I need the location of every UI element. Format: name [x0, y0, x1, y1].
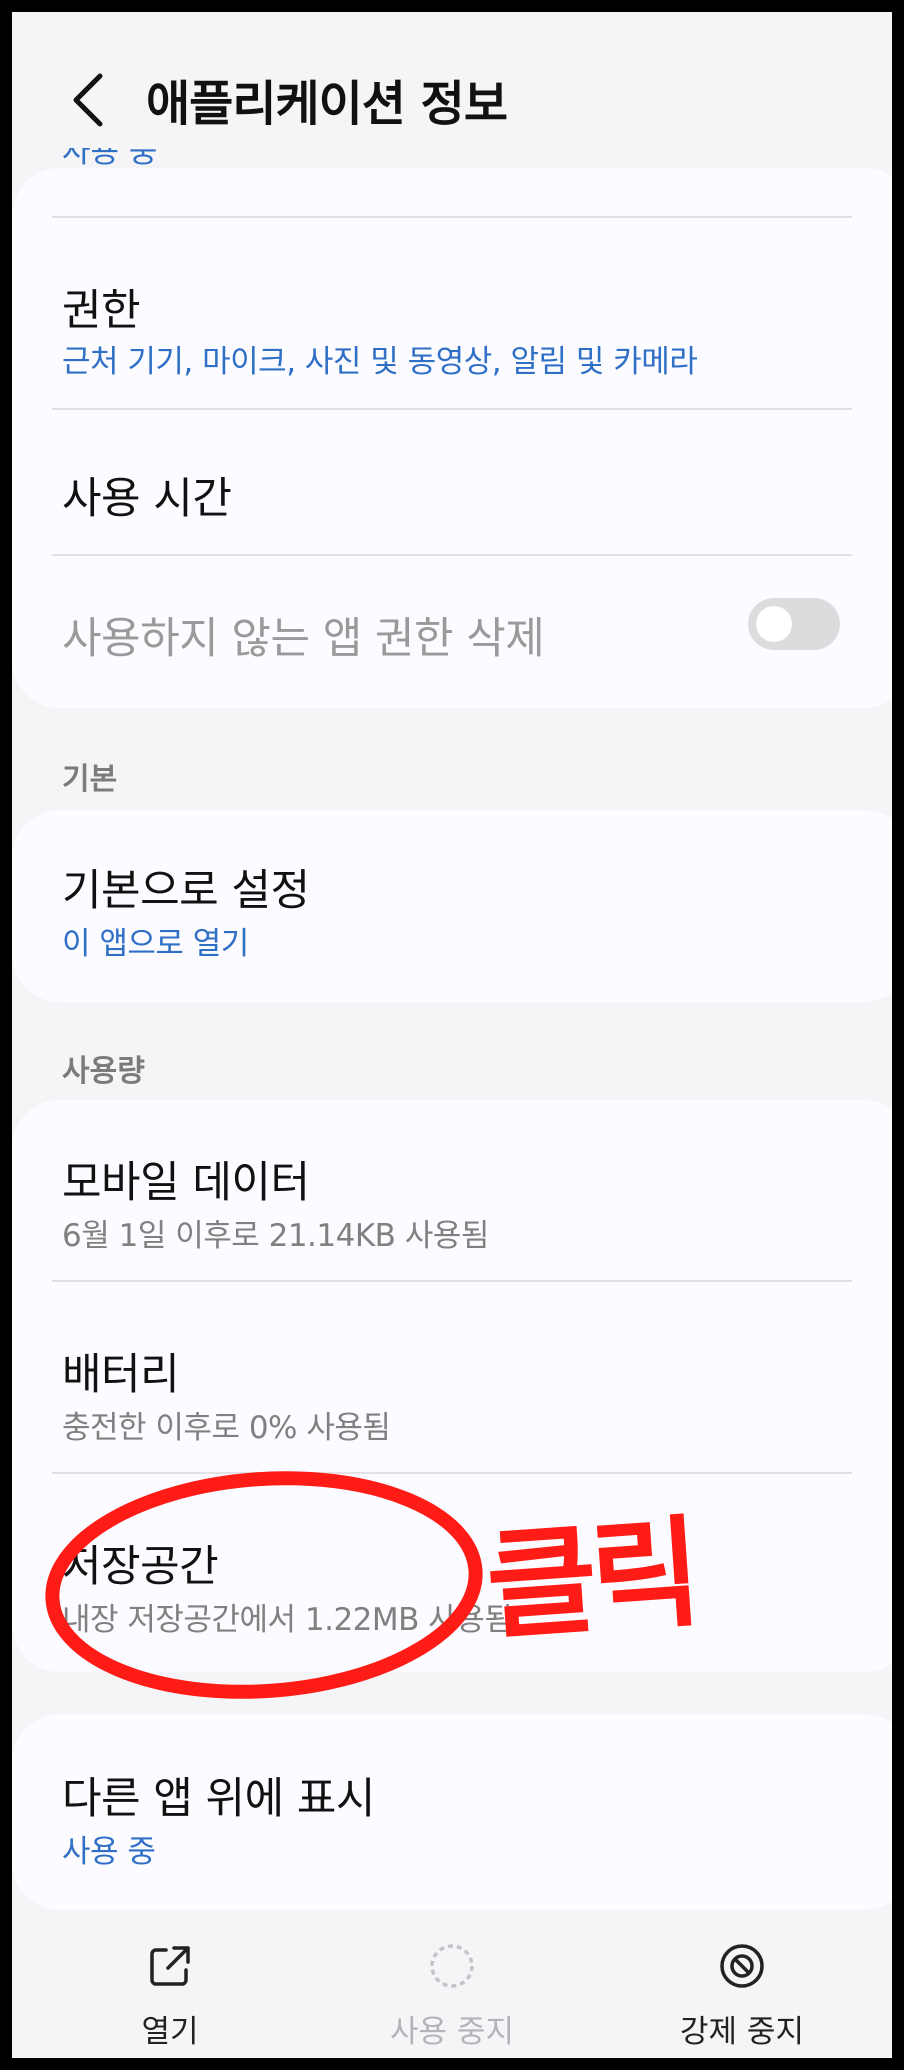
open-label: 열기 — [141, 2014, 199, 2050]
annotation-click-text: 클릭 — [482, 1503, 701, 1658]
open-external-icon — [150, 1946, 190, 1986]
divider — [52, 408, 852, 410]
force-stop-label: 강제 중지 — [680, 2014, 804, 2050]
chevron-left-icon — [73, 73, 103, 127]
back-button[interactable] — [54, 54, 126, 146]
divider — [52, 216, 852, 218]
remove-perms-title: 사용하지 않는 앱 권한 삭제 — [62, 614, 545, 664]
set-default-title: 기본으로 설정 — [62, 866, 310, 916]
mobile-data-row[interactable]: 모바일 데이터 6월 1일 이후로 21.14KB 사용됨 — [62, 1140, 872, 1260]
app-info-screen: 애플리케이션 정보 사용 중 권한 근처 기기, 마이크, 사진 및 동영상, … — [12, 12, 892, 2058]
divider — [52, 1472, 852, 1474]
partial-row-sub: 사용 중 — [62, 148, 158, 168]
page-title: 애플리케이션 정보 — [146, 76, 508, 132]
divider — [52, 1280, 852, 1282]
toggle-knob — [756, 606, 792, 642]
permissions-row[interactable]: 권한 근처 기기, 마이크, 사진 및 동영상, 알림 및 카메라 — [62, 268, 872, 388]
set-default-row[interactable]: 기본으로 설정 이 앱으로 열기 — [62, 848, 872, 968]
force-stop-button[interactable]: 강제 중지 — [622, 1932, 862, 2052]
usage-time-title: 사용 시간 — [62, 474, 232, 524]
bottom-action-bar: 열기 사용 중지 강제 중지 — [12, 1912, 892, 2058]
mobile-data-sub: 6월 1일 이후로 21.14KB 사용됨 — [62, 1218, 489, 1254]
open-button[interactable]: 열기 — [50, 1932, 290, 2052]
usage-time-row[interactable]: 사용 시간 — [62, 452, 872, 532]
battery-sub: 충전한 이후로 0% 사용됨 — [62, 1410, 391, 1446]
set-default-sub: 이 앱으로 열기 — [62, 926, 249, 962]
storage-sub: 내장 저장공간에서 1.22MB 사용됨 — [62, 1602, 513, 1638]
section-label-default: 기본 — [62, 762, 118, 797]
disable-label: 사용 중지 — [390, 2014, 514, 2050]
storage-title: 저장공간 — [62, 1542, 219, 1592]
battery-row[interactable]: 배터리 충전한 이후로 0% 사용됨 — [62, 1332, 872, 1452]
display-over-row[interactable]: 다른 앱 위에 표시 사용 중 — [62, 1756, 872, 1876]
remove-perms-toggle[interactable] — [748, 598, 840, 650]
force-stop-icon — [720, 1944, 764, 1988]
section-label-usage: 사용량 — [62, 1054, 145, 1089]
storage-row[interactable]: 저장공간 내장 저장공간에서 1.22MB 사용됨 — [62, 1524, 872, 1644]
permissions-sub: 근처 기기, 마이크, 사진 및 동영상, 알림 및 카메라 — [62, 344, 698, 380]
disable-button[interactable]: 사용 중지 — [332, 1932, 572, 2052]
divider — [52, 554, 852, 556]
disable-dashed-circle-icon — [430, 1944, 474, 1988]
battery-title: 배터리 — [62, 1350, 180, 1400]
display-over-sub: 사용 중 — [62, 1834, 156, 1870]
permissions-title: 권한 — [62, 286, 141, 336]
display-over-title: 다른 앱 위에 표시 — [62, 1774, 375, 1824]
mobile-data-title: 모바일 데이터 — [62, 1158, 310, 1208]
